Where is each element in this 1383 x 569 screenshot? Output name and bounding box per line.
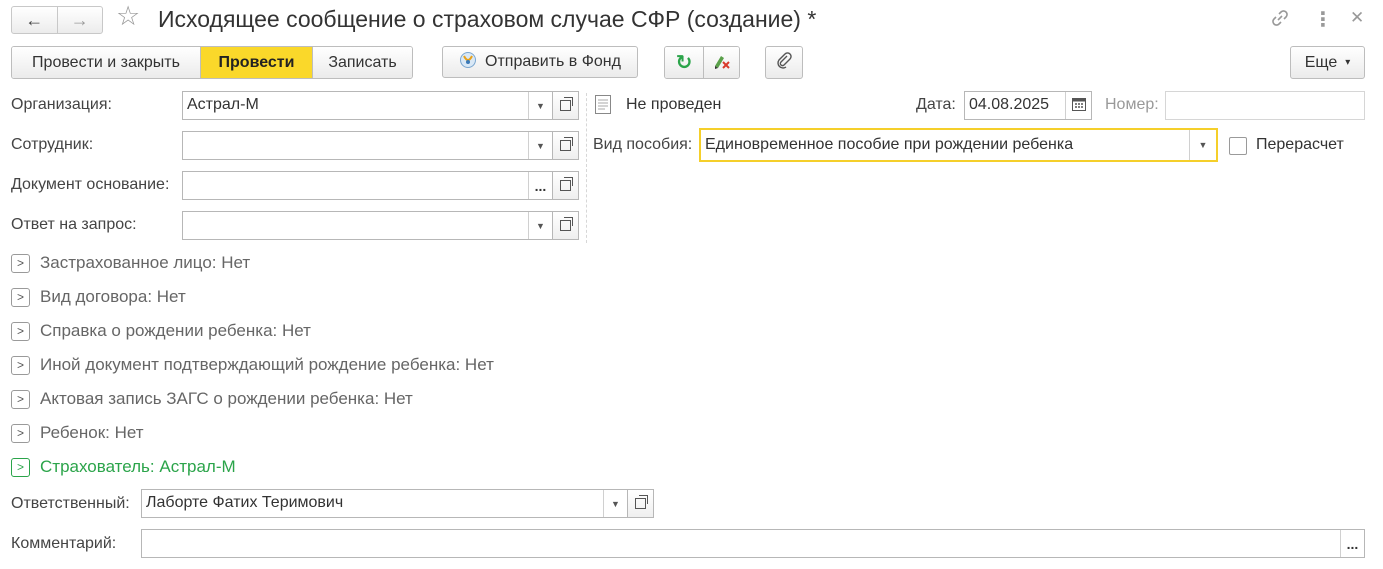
group-other-document[interactable]: > Иной документ подтверждающий рождение …	[11, 354, 494, 376]
group-title: Вид договора: Нет	[40, 287, 186, 306]
forward-button[interactable]: →	[56, 7, 103, 33]
number-field[interactable]	[1165, 91, 1365, 120]
chevron-right-icon[interactable]: >	[11, 389, 30, 409]
number-value[interactable]	[1166, 92, 1364, 119]
document-status-icon	[595, 95, 611, 118]
employee-field[interactable]: ▼	[182, 131, 553, 160]
group-title: Застрахованное лицо: Нет	[40, 253, 251, 272]
more-label: Еще	[1304, 53, 1338, 71]
paperclip-icon	[776, 51, 792, 74]
recalc-label: Перерасчет	[1256, 136, 1344, 153]
refresh-icon: ↻	[675, 52, 693, 74]
organization-field[interactable]: Астрал-М ▼	[182, 91, 553, 120]
group-title: Страхователь: Астрал-М	[40, 457, 236, 476]
group-title: Ребенок: Нет	[40, 423, 144, 442]
open-icon	[560, 177, 573, 191]
chevron-down-icon: ▾	[1345, 57, 1351, 68]
chevron-right-icon[interactable]: >	[11, 355, 30, 375]
link-icon[interactable]	[1270, 8, 1290, 33]
group-insured-person[interactable]: > Застрахованное лицо: Нет	[11, 252, 250, 274]
base-document-label: Документ основание:	[11, 176, 170, 193]
organization-open-button[interactable]	[553, 91, 579, 120]
arrow-right-icon: →	[70, 9, 89, 30]
favorite-star-icon[interactable]: ☆	[116, 3, 140, 30]
base-document-field[interactable]: ...	[182, 171, 553, 200]
group-child[interactable]: > Ребенок: Нет	[11, 422, 144, 444]
group-contract-type[interactable]: > Вид договора: Нет	[11, 286, 186, 308]
send-to-fund-button[interactable]: Отправить в Фонд	[442, 46, 638, 78]
number-label: Номер:	[1105, 96, 1159, 113]
send-to-fund-label: Отправить в Фонд	[485, 53, 621, 70]
dropdown-arrow-icon[interactable]: ▼	[1189, 130, 1216, 160]
base-document-value[interactable]	[183, 172, 528, 199]
calendar-button[interactable]	[1065, 92, 1091, 119]
responsible-field[interactable]: Лаборте Фатих Теримович ▼	[141, 489, 628, 518]
request-answer-label: Ответ на запрос:	[11, 216, 137, 233]
status-button-group: ↻	[664, 46, 740, 79]
recalc-checkbox[interactable]	[1229, 137, 1247, 155]
post-button[interactable]: Провести	[200, 47, 312, 78]
arrow-left-icon: ←	[25, 9, 44, 30]
group-title: Справка о рождении ребенка: Нет	[40, 321, 311, 340]
close-icon[interactable]: ✕	[1350, 8, 1364, 28]
chevron-right-icon[interactable]: >	[11, 457, 30, 477]
employee-label: Сотрудник:	[11, 136, 94, 153]
date-value[interactable]: 04.08.2025	[965, 92, 1065, 119]
save-button[interactable]: Записать	[312, 47, 412, 78]
post-button-group: Провести и закрыть Провести Записать	[11, 46, 413, 79]
comment-value[interactable]	[142, 530, 1340, 557]
fund-logo-icon	[459, 51, 477, 74]
nav-buttons: ← →	[11, 6, 103, 34]
dropdown-arrow-icon[interactable]: ▼	[528, 92, 552, 119]
calendar-icon	[1071, 97, 1086, 115]
dropdown-arrow-icon[interactable]: ▼	[528, 212, 552, 239]
chevron-right-icon[interactable]: >	[11, 287, 30, 307]
dropdown-arrow-icon[interactable]: ▼	[528, 132, 552, 159]
back-button[interactable]: ←	[12, 7, 57, 33]
chevron-right-icon[interactable]: >	[11, 321, 30, 341]
unpost-icon	[712, 52, 732, 74]
request-answer-open-button[interactable]	[553, 211, 579, 240]
comment-field[interactable]: ...	[141, 529, 1365, 558]
refresh-button[interactable]: ↻	[665, 47, 703, 78]
responsible-value[interactable]: Лаборте Фатих Теримович	[142, 490, 603, 517]
post-and-close-button[interactable]: Провести и закрыть	[12, 47, 200, 78]
more-menu-icon[interactable]: ⋮	[1313, 7, 1333, 32]
benefit-type-value[interactable]: Единовременное пособие при рождении ребе…	[701, 130, 1189, 160]
document-status: Не проведен	[626, 96, 722, 113]
responsible-open-button[interactable]	[628, 489, 654, 518]
organization-value[interactable]: Астрал-М	[183, 92, 528, 119]
window-title: Исходящее сообщение о страховом случае С…	[158, 6, 817, 32]
more-button[interactable]: Еще ▾	[1290, 46, 1365, 79]
employee-value[interactable]	[183, 132, 528, 159]
chevron-right-icon[interactable]: >	[11, 253, 30, 273]
base-document-open-button[interactable]	[553, 171, 579, 200]
open-icon	[560, 137, 573, 151]
select-ellipsis-button[interactable]: ...	[528, 172, 552, 199]
group-birth-certificate[interactable]: > Справка о рождении ребенка: Нет	[11, 320, 311, 342]
request-answer-value[interactable]	[183, 212, 528, 239]
comment-label: Комментарий:	[11, 535, 117, 552]
request-answer-field[interactable]: ▼	[182, 211, 553, 240]
group-title: Актовая запись ЗАГС о рождении ребенка: …	[40, 389, 413, 408]
attach-button[interactable]	[765, 46, 803, 79]
column-divider	[586, 93, 587, 243]
benefit-type-field[interactable]: Единовременное пособие при рождении ребе…	[699, 128, 1218, 162]
open-icon	[560, 97, 573, 111]
dropdown-arrow-icon[interactable]: ▼	[603, 490, 627, 517]
chevron-right-icon[interactable]: >	[11, 423, 30, 443]
employee-open-button[interactable]	[553, 131, 579, 160]
open-icon	[560, 217, 573, 231]
benefit-type-label: Вид пособия:	[593, 136, 693, 153]
group-insurer[interactable]: > Страхователь: Астрал-М	[11, 456, 236, 478]
select-ellipsis-button[interactable]: ...	[1340, 530, 1364, 557]
group-zags-record[interactable]: > Актовая запись ЗАГС о рождении ребенка…	[11, 388, 413, 410]
group-title: Иной документ подтверждающий рождение ре…	[40, 355, 494, 374]
date-field[interactable]: 04.08.2025	[964, 91, 1092, 120]
organization-label: Организация:	[11, 96, 112, 113]
date-label: Дата:	[916, 96, 956, 113]
unpost-button[interactable]	[703, 47, 739, 78]
open-icon	[635, 495, 648, 509]
responsible-label: Ответственный:	[11, 495, 130, 512]
